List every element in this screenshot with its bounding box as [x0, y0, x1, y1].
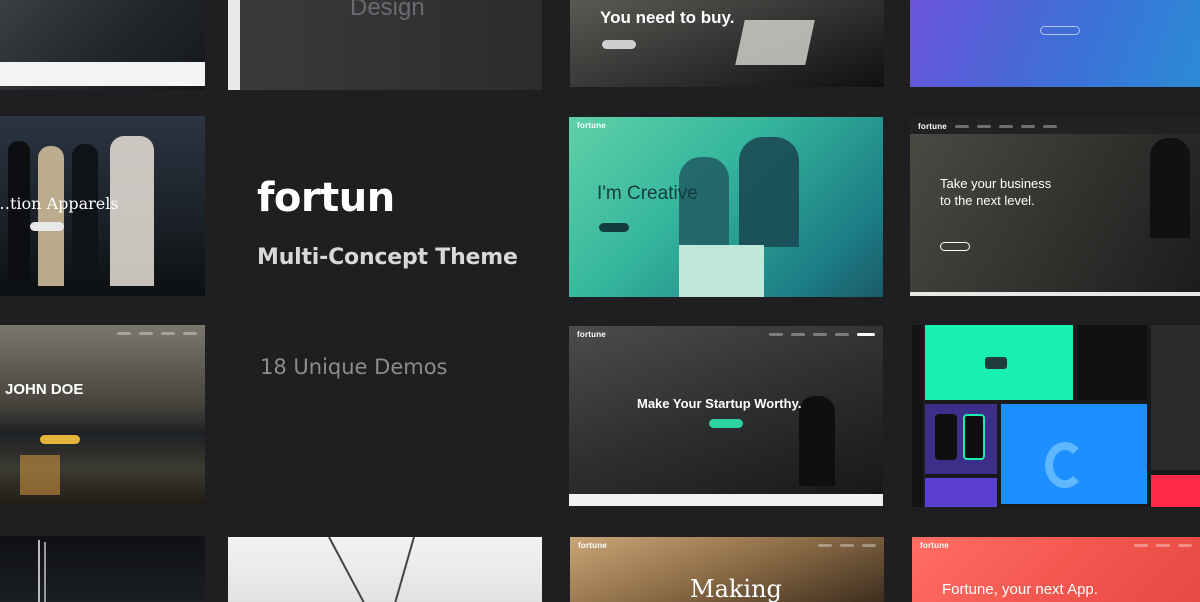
- sunset-reflection: [20, 455, 60, 495]
- purple-block: [925, 478, 997, 507]
- menu-item[interactable]: [1042, 124, 1057, 128]
- structure-line: [388, 537, 415, 602]
- menu-item[interactable]: [1134, 543, 1148, 547]
- bridge-cable: [44, 542, 46, 602]
- tagline: Multi-Concept Theme: [257, 245, 518, 270]
- demo-tile-app-grid[interactable]: [925, 325, 1200, 507]
- demo-tile-buy[interactable]: You need to buy.: [570, 0, 884, 87]
- design-headline: Design: [350, 0, 425, 21]
- creative-logo: fortune: [577, 120, 606, 130]
- john-nav: [0, 325, 205, 341]
- demo-tile-fashion[interactable]: …tion Apparels: [0, 116, 205, 296]
- demo-tile-dark-top-left[interactable]: [0, 0, 205, 90]
- person-silhouette: [799, 396, 835, 486]
- menu-item[interactable]: [1156, 543, 1170, 547]
- brand-logo: fortun: [257, 175, 395, 221]
- hero-panel: fortun Multi-Concept Theme 18 Unique Dem…: [230, 100, 550, 510]
- fashion-headline: …tion Apparels: [0, 194, 119, 213]
- demo-count: 18 Unique Demos: [260, 355, 448, 379]
- business-headline-line1: Take your business: [940, 176, 1052, 191]
- demo-tile-app[interactable]: fortune Fortune, your next App.: [912, 537, 1200, 602]
- startup-button[interactable]: [709, 419, 743, 428]
- making-nav: fortune: [570, 537, 884, 553]
- menu-item[interactable]: [1178, 543, 1192, 547]
- startup-headline: Make Your Startup Worthy.: [637, 396, 802, 411]
- buy-headline: You need to buy.: [600, 8, 735, 27]
- demo-tile-john-doe[interactable]: JOHN DOE: [0, 325, 205, 505]
- menu-item[interactable]: [791, 332, 805, 336]
- business-logo: fortune: [918, 121, 947, 131]
- person-silhouette: [38, 146, 64, 286]
- demo-tile-design[interactable]: Design: [228, 0, 542, 90]
- creative-nav: fortune: [569, 117, 883, 133]
- business-button[interactable]: [940, 242, 970, 251]
- badge-icon: [985, 357, 1007, 369]
- person-silhouette: [1150, 138, 1190, 238]
- laptop-screen: [735, 20, 815, 65]
- menu-item[interactable]: [161, 331, 175, 335]
- making-headline: Making: [690, 575, 782, 602]
- demo-tile-bridge[interactable]: [0, 536, 205, 602]
- demo-tile-light[interactable]: [228, 537, 542, 602]
- laptop: [679, 245, 764, 297]
- demo-tile-purple[interactable]: [910, 0, 1200, 87]
- menu-item-active[interactable]: [857, 332, 875, 336]
- demo-tile-business[interactable]: fortune Take your business to the next l…: [910, 118, 1200, 296]
- menu-item[interactable]: [769, 332, 783, 336]
- menu-item[interactable]: [813, 332, 827, 336]
- app-nav: fortune: [912, 537, 1200, 553]
- menu-item[interactable]: [139, 331, 153, 335]
- menu-item[interactable]: [998, 124, 1013, 128]
- demo-tile-startup[interactable]: fortune Make Your Startup Worthy.: [569, 326, 883, 506]
- purple-button[interactable]: [1040, 26, 1080, 35]
- menu-item[interactable]: [117, 331, 131, 335]
- menu-item[interactable]: [183, 331, 197, 335]
- buy-button[interactable]: [602, 40, 636, 49]
- menu-item[interactable]: [862, 543, 876, 547]
- menu-item[interactable]: [818, 543, 832, 547]
- menu-item[interactable]: [835, 332, 849, 336]
- demo-tile-creative[interactable]: fortune I'm Creative: [569, 117, 883, 297]
- creative-headline: I'm Creative: [597, 183, 698, 204]
- creative-button[interactable]: [599, 223, 629, 232]
- startup-nav: fortune: [569, 326, 883, 342]
- demo-tile-making[interactable]: fortune Making: [570, 537, 884, 602]
- business-headline-line2: to the next level.: [940, 193, 1035, 208]
- john-button[interactable]: [40, 435, 80, 444]
- phone-block: [925, 404, 997, 474]
- john-headline: JOHN DOE: [5, 381, 84, 398]
- menu-item[interactable]: [840, 543, 854, 547]
- menu-item[interactable]: [954, 124, 969, 128]
- menu-item[interactable]: [1020, 124, 1035, 128]
- red-block: [1151, 475, 1200, 507]
- app-logo: fortune: [920, 540, 949, 550]
- person-silhouette: [739, 137, 799, 247]
- structure-line: [328, 537, 373, 602]
- white-strip: [0, 62, 205, 86]
- portrait-block: [1151, 325, 1200, 470]
- making-logo: fortune: [578, 540, 607, 550]
- person-silhouette: [72, 144, 98, 284]
- app-headline: Fortune, your next App.: [942, 581, 1098, 598]
- business-nav: fortune: [910, 118, 1200, 134]
- bridge-cable: [38, 540, 40, 602]
- dark-block: [1077, 325, 1147, 400]
- phone-icon: [935, 414, 957, 460]
- sidebar-strip: [228, 0, 240, 90]
- fashion-button[interactable]: [30, 222, 64, 231]
- bottom-strip: [910, 292, 1200, 296]
- menu-item[interactable]: [976, 124, 991, 128]
- phone-icon: [963, 414, 985, 460]
- side-strip: [912, 325, 923, 507]
- spiral-shape: [1045, 442, 1085, 488]
- startup-logo: fortune: [577, 329, 606, 339]
- blue-block: [1001, 404, 1147, 504]
- green-block: [925, 325, 1073, 400]
- bottom-strip: [569, 494, 883, 506]
